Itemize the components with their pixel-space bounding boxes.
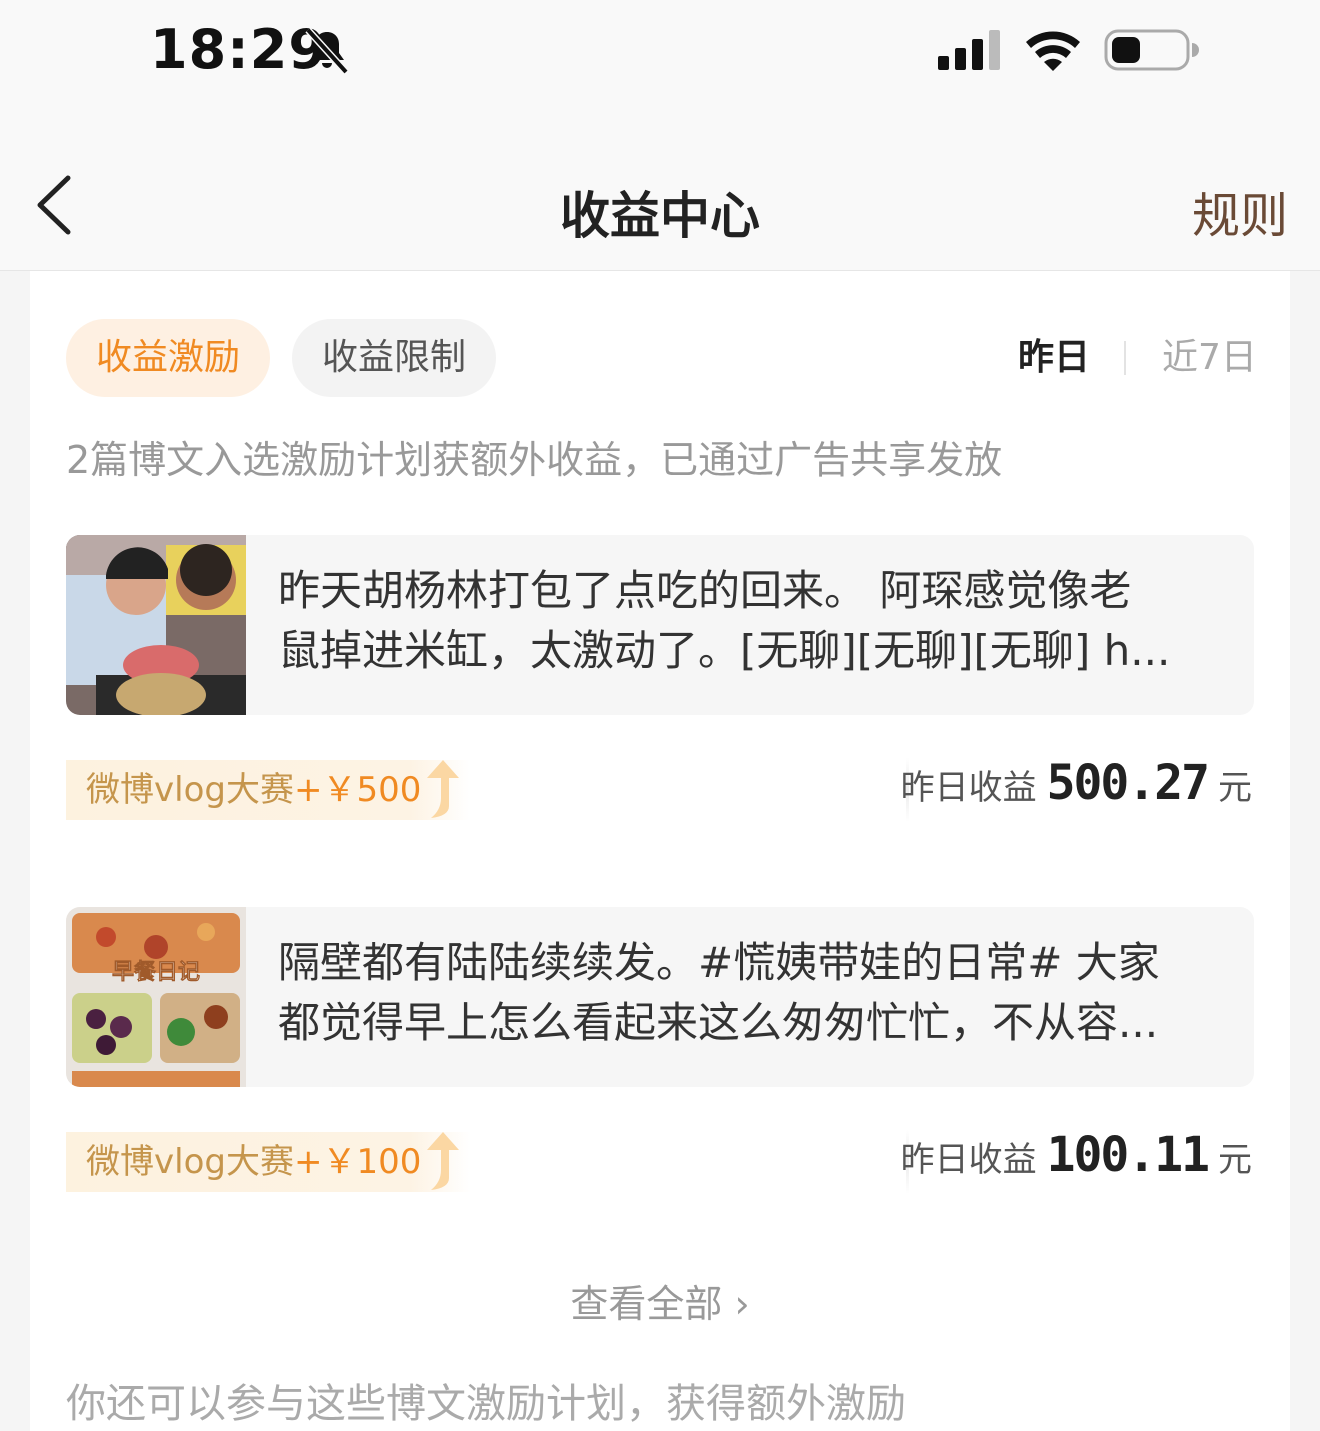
page-title: 收益中心 — [560, 187, 760, 245]
post-card[interactable]: 昨天胡杨林打包了点吃的回来。 阿琛感觉像老 鼠掉进米缸，太激动了。[无聊][无聊… — [66, 535, 1254, 715]
arrow-up-icon — [427, 1132, 460, 1190]
post-text: 昨天胡杨林打包了点吃的回来。 阿琛感觉像老 鼠掉进米缸，太激动了。[无聊][无聊… — [278, 561, 1228, 681]
more-incentives-text: 你还可以参与这些博文激励计划，获得额外激励 — [66, 1381, 906, 1427]
badge-name: 微博vlog大赛 — [86, 770, 294, 810]
incentive-badge: 微博vlog大赛+￥500 — [66, 760, 472, 820]
period-divider — [1124, 341, 1126, 375]
status-time: 18:29 — [150, 18, 327, 81]
bell-off-icon — [305, 27, 349, 75]
wifi-icon — [1026, 31, 1080, 71]
earnings-value: 100.11 — [1046, 1127, 1210, 1183]
post-text-line: 昨天胡杨林打包了点吃的回来。 阿琛感觉像老 — [278, 566, 1132, 615]
post-thumbnail: 早餐日记 — [66, 907, 246, 1087]
thumbnail-caption: 早餐日记 — [112, 960, 200, 985]
post-text: 隔壁都有陆陆续续发。#慌姨带娃的日常# 大家 都觉得早上怎么看起来这么匆匆忙忙，… — [278, 933, 1228, 1053]
period-yesterday[interactable]: 昨日 — [1018, 333, 1090, 383]
earnings-unit: 元 — [1218, 1140, 1252, 1180]
status-bar: 18:29 — [0, 0, 1320, 100]
earnings-label: 昨日收益 — [900, 768, 1037, 808]
tab-earnings-incentive[interactable]: 收益激励 — [66, 319, 270, 397]
earnings-card: 收益激励 收益限制 昨日 近7日 2篇博文入选激励计划获额外收益，已通过广告共享… — [30, 271, 1290, 1431]
earnings-unit: 元 — [1218, 768, 1252, 808]
tab-earnings-limit[interactable]: 收益限制 — [292, 319, 496, 397]
badge-name: 微博vlog大赛 — [86, 1142, 294, 1182]
badge-amount: +￥500 — [293, 770, 422, 810]
signal-icon — [938, 30, 1000, 70]
view-all-link[interactable]: 查看全部 › — [30, 1273, 1290, 1328]
yesterday-earnings: 昨日收益 100.11 元 — [901, 1127, 1252, 1183]
earnings-value: 500.27 — [1046, 755, 1210, 811]
arrow-up-icon — [427, 760, 460, 818]
rules-link[interactable]: 规则 — [1192, 176, 1288, 246]
post-text-line: 都觉得早上怎么看起来这么匆匆忙忙，不从容... — [278, 998, 1159, 1047]
badge-amount: +￥100 — [293, 1142, 422, 1182]
post-text-line: 鼠掉进米缸，太激动了。[无聊][无聊][无聊] h... — [278, 626, 1171, 675]
intro-text: 2篇博文入选激励计划获额外收益，已通过广告共享发放 — [66, 438, 1003, 482]
period-last-7-days[interactable]: 近7日 — [1162, 333, 1257, 383]
battery-icon — [1104, 29, 1199, 71]
post-thumbnail — [66, 535, 246, 715]
yesterday-earnings: 昨日收益 500.27 元 — [901, 755, 1252, 811]
post-card[interactable]: 早餐日记 隔壁都有陆陆续续发。#慌姨带娃的日常# 大家 都觉得早上怎么看起来这么… — [66, 907, 1254, 1087]
earnings-label: 昨日收益 — [900, 1140, 1037, 1180]
nav-bar: 收益中心 规则 — [0, 100, 1320, 271]
incentive-badge: 微博vlog大赛+￥100 — [66, 1132, 472, 1192]
post-text-line: 隔壁都有陆陆续续发。#慌姨带娃的日常# 大家 — [278, 938, 1160, 987]
